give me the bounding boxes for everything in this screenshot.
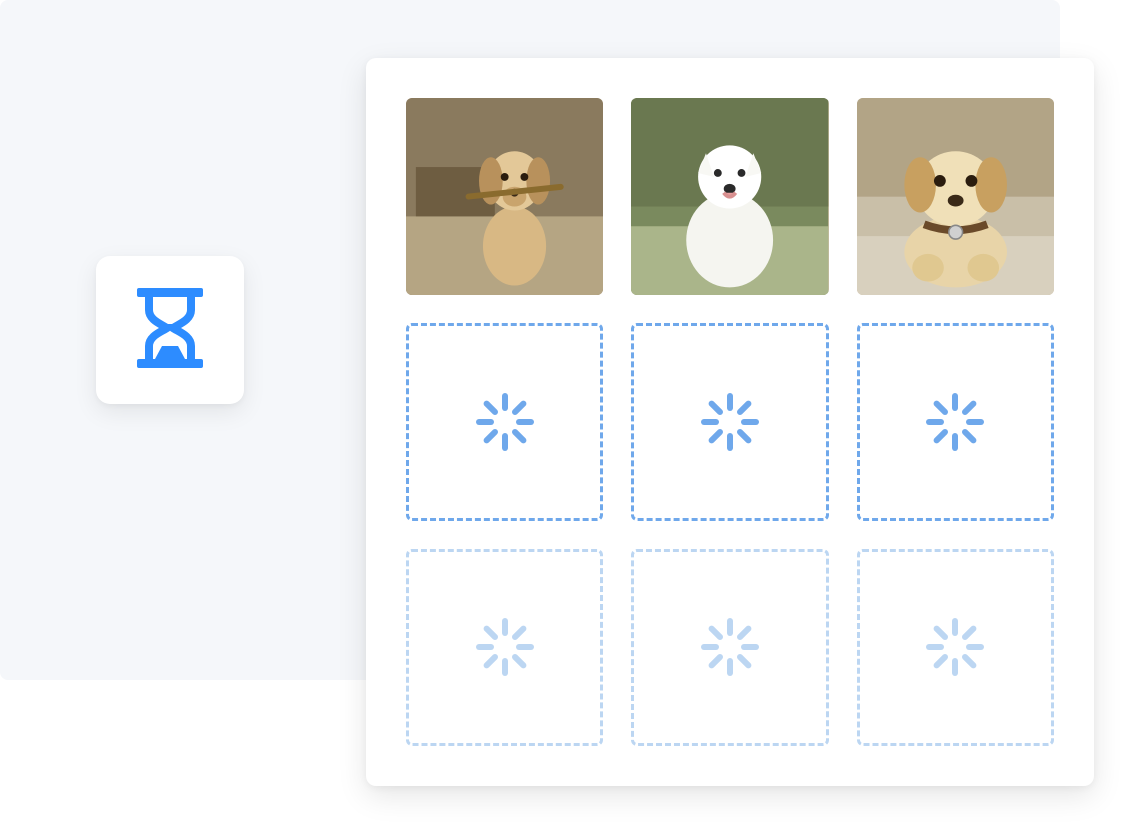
dog-image-icon [631,98,828,295]
image-grid-card [366,58,1094,786]
grid-cell-loading [406,549,603,746]
spinner-icon [921,613,989,681]
hourglass-icon [131,284,209,376]
grid-cell-loaded [406,98,603,295]
grid-cell-loading [857,323,1054,520]
spinner-icon [921,388,989,456]
grid-cell-loading [631,323,828,520]
grid-cell-loaded [631,98,828,295]
spinner-icon [471,613,539,681]
hourglass-card [96,256,244,404]
grid-cell-loaded [857,98,1054,295]
grid-cell-loading [857,549,1054,746]
grid-cell-loading [631,549,828,746]
dog-image-icon [857,98,1054,295]
spinner-icon [471,388,539,456]
spinner-icon [696,613,764,681]
grid-cell-loading [406,323,603,520]
image-grid [406,98,1054,746]
spinner-icon [696,388,764,456]
dog-image-icon [406,98,603,295]
